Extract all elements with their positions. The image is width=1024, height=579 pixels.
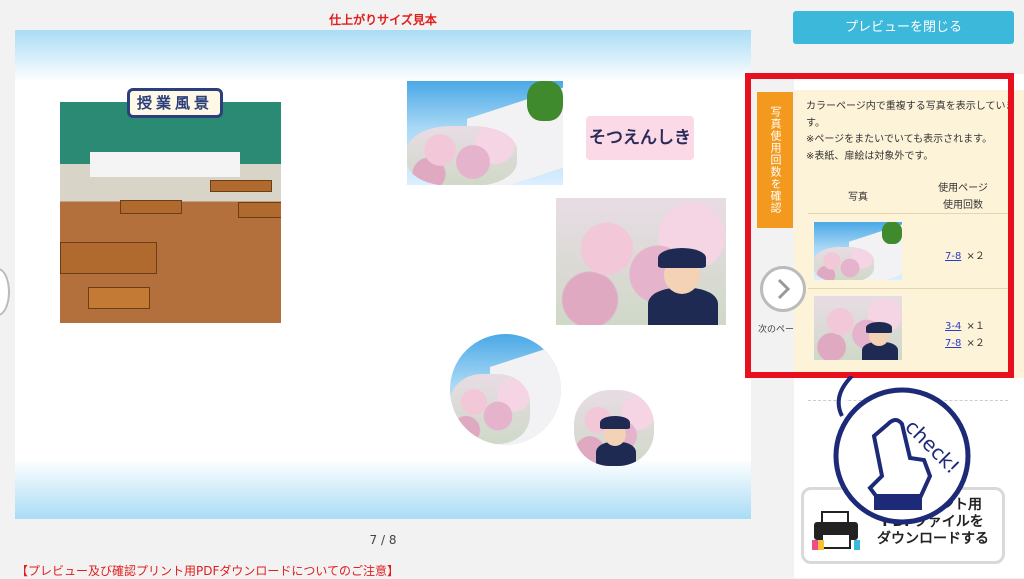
- circle-school-photo: [450, 334, 561, 445]
- school-blossom-photo: [407, 81, 563, 185]
- page-indicator: 7 / 8: [369, 533, 397, 547]
- check-hand-icon: check!: [812, 374, 972, 526]
- classroom-title-plate: 授業風景: [127, 88, 223, 118]
- classroom-photo: [60, 102, 281, 323]
- close-preview-button[interactable]: プレビューを閉じる: [793, 11, 1014, 44]
- highlight-frame: [745, 73, 1014, 378]
- leaves: [527, 81, 563, 121]
- girl-blossom-photo: [556, 198, 726, 325]
- classroom-shelf: [90, 152, 240, 177]
- album-spread-preview: 授業風景 そつえんしき: [15, 30, 751, 519]
- flower-girl-photo: [574, 390, 654, 466]
- graduation-title-sticker: そつえんしき: [586, 116, 694, 160]
- size-sample-label: 仕上がりサイズ見本: [329, 13, 437, 27]
- cherry-blossom-branch: [407, 126, 517, 185]
- pdf-notice-link[interactable]: 【プレビュー及び確認プリント用PDFダウンロードについてのご注意】: [16, 562, 399, 579]
- spread-top-gradient: [15, 30, 751, 82]
- previous-page-button[interactable]: [0, 268, 10, 316]
- spread-bottom-gradient: [15, 459, 751, 519]
